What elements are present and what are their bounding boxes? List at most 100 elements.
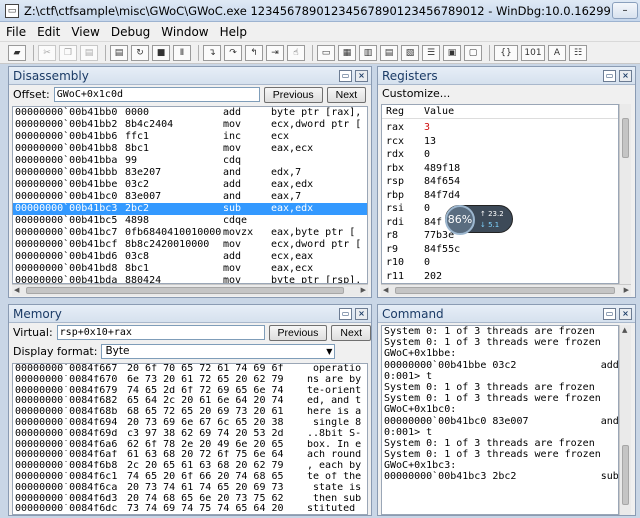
memory-line[interactable]: 00000000`0084f682 65 64 2c 20 61 6e 64 20… <box>13 396 367 407</box>
copy-icon[interactable]: ❐ <box>59 44 77 61</box>
disassembly-line[interactable]: 00000000`00b41bb6 ffc1 inc ecx <box>13 131 367 143</box>
memory-line[interactable]: 00000000`0084f694 20 73 69 6e 67 6c 65 20… <box>13 418 367 429</box>
locals-window-icon[interactable]: ▥ <box>359 44 377 61</box>
disassembly-line[interactable]: 00000000`00b41bbb 83e207 and edx,7 <box>13 167 367 179</box>
scroll-left-icon[interactable]: ◀ <box>383 286 388 294</box>
scroll-thumb[interactable] <box>622 445 629 505</box>
options-icon[interactable]: ☷ <box>569 44 587 61</box>
register-value[interactable]: 202 <box>424 270 618 284</box>
register-value[interactable]: 0 <box>424 256 618 270</box>
register-row[interactable]: rbp 84f7d4 <box>382 189 618 203</box>
disassembly-line[interactable]: 00000000`00b41bc0 83e007 and eax,7 <box>13 191 367 203</box>
memory-line[interactable]: 00000000`0084f679 74 65 2d 6f 72 69 65 6e… <box>13 386 367 397</box>
register-row[interactable]: rcx 13 <box>382 135 618 149</box>
scroll-thumb[interactable] <box>622 118 629 158</box>
close-icon[interactable]: × <box>355 69 368 82</box>
register-row[interactable]: rdx 0 <box>382 148 618 162</box>
register-value[interactable]: 84f55c <box>424 243 618 257</box>
network-speed-badge[interactable]: 86% ↑ 23.2 ↓ 5.1 <box>445 205 513 235</box>
menu-view[interactable]: View <box>65 25 104 39</box>
memory-line[interactable]: 00000000`0084f6af 61 63 68 20 72 6f 75 6e… <box>13 450 367 461</box>
memory-line[interactable]: 00000000`0084f69d c3 97 38 62 69 74 20 53… <box>13 429 367 440</box>
dock-icon[interactable]: ▭ <box>339 307 352 320</box>
memory-window-icon[interactable]: ▧ <box>401 44 419 61</box>
disassembly-previous-button[interactable]: Previous <box>263 86 323 103</box>
customize-link[interactable]: Customize... <box>382 87 450 100</box>
disassembly-hscrollbar[interactable]: ◀ ▶ <box>12 284 368 296</box>
scroll-left-icon[interactable]: ◀ <box>14 286 19 294</box>
memory-line[interactable]: 00000000`0084f6a6 62 6f 78 2e 20 49 6e 20… <box>13 440 367 451</box>
disassembly-line[interactable]: 00000000`00b41bb8 8bc1 mov eax,ecx <box>13 143 367 155</box>
register-row[interactable]: rsp 84f654 <box>382 175 618 189</box>
command-vscrollbar[interactable]: ▲ <box>619 325 631 515</box>
close-icon[interactable]: × <box>355 307 368 320</box>
disassembly-line[interactable]: 00000000`00b41bd6 03c8 add ecx,eax <box>13 251 367 263</box>
memory-next-button[interactable]: Next <box>331 324 371 341</box>
register-row[interactable]: rbx 489f18 <box>382 162 618 176</box>
memory-line[interactable]: 00000000`0084f670 6e 73 20 61 72 65 20 62… <box>13 375 367 386</box>
go-icon[interactable]: ▤ <box>110 44 128 61</box>
paste-icon[interactable]: ▤ <box>80 44 98 61</box>
disassembly-line[interactable]: 00000000`00b41bb2 8b4c2404 mov ecx,dword pt… <box>13 119 367 131</box>
menu-window[interactable]: Window <box>155 25 213 39</box>
disassembly-line[interactable]: 00000000`00b41bda 880424 mov byte ptr [rsp]… <box>13 275 367 283</box>
scroll-up-icon[interactable]: ▲ <box>622 326 627 334</box>
restart-icon[interactable]: ↻ <box>131 44 149 61</box>
register-row[interactable]: r10 0 <box>382 256 618 270</box>
memory-line[interactable]: 00000000`0084f6c1 74 65 20 6f 66 20 74 68… <box>13 472 367 483</box>
disassembly-line[interactable]: 00000000`00b41bba 99 cdq <box>13 155 367 167</box>
display-format-dropdown[interactable]: Byte ▼ <box>101 344 336 359</box>
menu-help[interactable]: Help <box>214 25 252 39</box>
disassembly-line[interactable]: 00000000`00b41bb0 0000 add byte ptr [rax], <box>13 107 367 119</box>
disassembly-line[interactable]: 00000000`00b41bd8 8bc1 mov eax,ecx <box>13 263 367 275</box>
command-window-icon[interactable]: ▭ <box>317 44 335 61</box>
memory-line[interactable]: 00000000`0084f6b8 2c 20 65 61 63 68 20 62… <box>13 461 367 472</box>
memory-line[interactable]: 00000000`0084f6dc 73 74 69 74 75 74 65 64… <box>13 504 367 514</box>
breakpoint-hand-icon[interactable]: ☝ <box>287 44 305 61</box>
close-icon[interactable]: × <box>619 69 632 82</box>
disassembly-list[interactable]: 00000000`00b41bb0 0000 add byte ptr [rax], 0… <box>12 106 368 284</box>
disassembly-line[interactable]: 00000000`00b41bc5 4898 cdqe <box>13 215 367 227</box>
scroll-thumb[interactable] <box>26 287 344 294</box>
memory-line[interactable]: 00000000`0084f6ca 20 73 74 61 74 65 20 69… <box>13 483 367 494</box>
register-value[interactable]: 84f654 <box>424 175 618 189</box>
step-into-icon[interactable]: ↴ <box>203 44 221 61</box>
font-icon[interactable]: A <box>548 44 566 61</box>
register-value[interactable]: 0 <box>424 148 618 162</box>
register-value[interactable]: 489f18 <box>424 162 618 176</box>
memory-list[interactable]: 00000000`0084f667 20 6f 70 65 72 61 74 69… <box>12 363 368 515</box>
register-row[interactable]: r9 84f55c <box>382 243 618 257</box>
dock-icon[interactable]: ▭ <box>339 69 352 82</box>
menu-edit[interactable]: Edit <box>31 25 65 39</box>
dock-icon[interactable]: ▭ <box>603 69 616 82</box>
close-icon[interactable]: × <box>619 307 632 320</box>
register-value[interactable]: 13 <box>424 135 618 149</box>
source-mode-icon[interactable]: {} <box>494 44 518 61</box>
minimize-button[interactable]: – <box>612 2 638 19</box>
register-value[interactable]: 3 <box>424 121 618 135</box>
scroll-right-icon[interactable]: ▶ <box>361 286 366 294</box>
step-over-icon[interactable]: ↷ <box>224 44 242 61</box>
register-value[interactable]: 84f7d4 <box>424 189 618 203</box>
disassembly-next-button[interactable]: Next <box>326 86 367 103</box>
disassembly-line[interactable]: 00000000`00b41bcf 8b8c2420010000 mov ecx,dw… <box>13 239 367 251</box>
call-stack-icon[interactable]: ☰ <box>422 44 440 61</box>
break-icon[interactable]: Ⅱ <box>173 44 191 61</box>
open-icon[interactable]: ▰ <box>8 44 26 61</box>
memory-line[interactable]: 00000000`0084f6d3 20 74 68 65 6e 20 73 75… <box>13 494 367 505</box>
menu-file[interactable]: File <box>0 25 31 39</box>
offset-input[interactable] <box>53 87 260 102</box>
dock-icon[interactable]: ▭ <box>603 307 616 320</box>
disassembly-line[interactable]: 00000000`00b41bbe 03c2 add eax,edx <box>13 179 367 191</box>
disassembly-line[interactable]: 00000000`00b41bc3 2bc2 sub eax,edx <box>13 203 367 215</box>
memory-previous-button[interactable]: Previous <box>268 324 328 341</box>
virtual-input[interactable] <box>56 325 265 340</box>
scroll-right-icon[interactable]: ▶ <box>624 286 629 294</box>
memory-line[interactable]: 00000000`0084f68b 68 65 72 65 20 69 73 20… <box>13 407 367 418</box>
disassembly-window-icon[interactable]: ▣ <box>443 44 461 61</box>
binary-mode-icon[interactable]: 101 <box>521 44 545 61</box>
cut-icon[interactable]: ✂ <box>38 44 56 61</box>
scratch-pad-icon[interactable]: ▢ <box>464 44 482 61</box>
register-row[interactable]: r11 202 <box>382 270 618 284</box>
step-out-icon[interactable]: ↰ <box>245 44 263 61</box>
